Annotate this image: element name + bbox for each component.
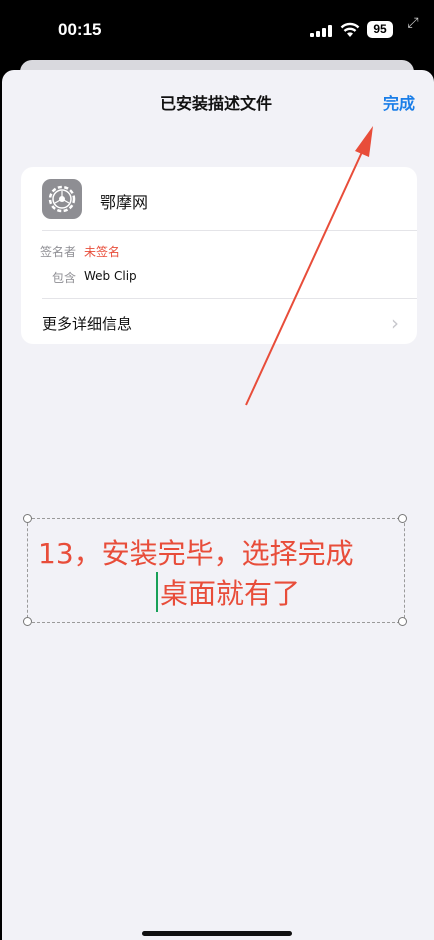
status-time: 00:15 [58,20,102,39]
sheet-title: 已安装描述文件 [159,94,272,113]
profile-card: 鄂摩网 签名者 未签名 包含 Web Clip 更多详细信息 › [21,167,417,344]
done-button[interactable]: 完成 [383,90,415,114]
signer-value: 未签名 [84,245,121,259]
divider [42,298,417,299]
chevron-right-icon: › [391,311,399,335]
resize-handle[interactable] [23,617,32,626]
contains-label: 包含 [51,271,76,285]
battery-indicator: 95 [367,21,393,38]
resize-handle[interactable] [23,514,32,523]
text-cursor [156,572,158,612]
annotation-text-line1: 13，安装完毕，选择完成 [38,537,354,570]
profile-name: 鄂摩网 [100,193,149,212]
resize-handle[interactable] [398,514,407,523]
divider [42,230,417,231]
more-details-row[interactable]: 更多详细信息 [42,313,132,334]
signer-label: 签名者 [39,245,76,259]
expand-icon[interactable]: ⤢ [404,14,422,32]
status-bar: 00:15 95 ⤢ [0,0,434,62]
annotation-text-line2: 桌面就有了 [160,577,301,610]
home-indicator[interactable] [142,931,292,936]
settings-gear-icon [42,179,82,219]
wifi-icon [340,22,360,37]
cellular-signal-icon [310,25,332,37]
resize-handle[interactable] [398,617,407,626]
contains-value: Web Clip [84,269,137,283]
